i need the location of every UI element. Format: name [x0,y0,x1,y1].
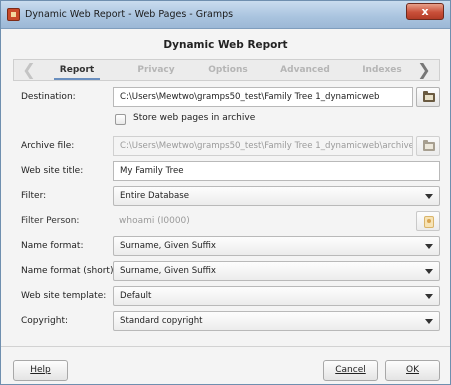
filter-person-value: whoami (I0000) [119,216,190,226]
name-format-short-value: Surname, Given Suffix [120,266,217,276]
name-format-label: Name format: [21,241,84,251]
tab-report[interactable]: Report [48,60,106,80]
template-select[interactable]: Default [113,286,440,306]
archive-file-input[interactable]: C:\Users\Mewtwo\gramps50_test\Family Tre… [113,136,413,156]
template-label: Web site template: [21,291,107,301]
site-title-label: Web site title: [21,166,84,176]
dialog-window: Dynamic Web Report - Web Pages - Gramps … [0,0,451,385]
site-title-input[interactable]: My Family Tree [113,161,440,181]
filter-select[interactable]: Entire Database [113,186,440,206]
tab-scroll-left-icon[interactable]: ❮ [16,60,42,80]
folder-icon [423,140,435,151]
window-title: Dynamic Web Report - Web Pages - Gramps [25,9,234,20]
name-format-short-select[interactable]: Surname, Given Suffix [113,261,440,281]
filter-label: Filter: [21,191,47,201]
cancel-button-label: Cancel [335,365,366,375]
destination-label: Destination: [21,92,76,102]
button-separator [1,346,450,347]
name-format-value: Surname, Given Suffix [120,241,217,251]
gramps-app-icon [7,8,20,21]
tab-scroll-right-icon[interactable]: ❯ [411,60,437,80]
help-button-label: Help [30,365,51,375]
chevron-down-icon [425,294,433,299]
template-value: Default [120,291,152,301]
archive-browse-button[interactable] [416,136,440,156]
copyright-select[interactable]: Standard copyright [113,311,440,331]
chevron-down-icon [425,319,433,324]
filter-person-label: Filter Person: [21,216,80,226]
tab-options[interactable]: Options [196,60,260,80]
copyright-label: Copyright: [21,316,69,326]
close-button[interactable]: x [406,3,444,20]
folder-icon [423,91,435,102]
archive-file-label: Archive file: [21,141,75,151]
filter-value: Entire Database [120,191,190,201]
dialog-heading: Dynamic Web Report [163,39,288,51]
chevron-down-icon [425,244,433,249]
tab-indexes[interactable]: Indexes [352,60,412,80]
ok-button-label: OK [406,365,419,375]
cancel-button[interactable]: Cancel [323,360,378,381]
select-person-button[interactable] [416,211,440,231]
destination-browse-button[interactable] [416,87,440,107]
chevron-down-icon [425,269,433,274]
title-bar[interactable]: Dynamic Web Report - Web Pages - Gramps … [1,1,450,29]
name-format-short-label: Name format (short): [21,266,117,276]
destination-input[interactable]: C:\Users\Mewtwo\gramps50_test\Family Tre… [113,87,413,107]
store-archive-label: Store web pages in archive [133,113,256,123]
copyright-value: Standard copyright [120,316,203,326]
name-format-select[interactable]: Surname, Given Suffix [113,236,440,256]
tab-privacy[interactable]: Privacy [124,60,188,80]
chevron-down-icon [425,194,433,199]
tab-bar: ❮ Report Privacy Options Advanced Indexe… [13,59,440,81]
person-icon [424,216,434,228]
tab-advanced[interactable]: Advanced [272,60,338,80]
ok-button[interactable]: OK [385,360,440,381]
store-archive-checkbox[interactable] [115,114,126,125]
help-button[interactable]: Help [13,360,68,381]
